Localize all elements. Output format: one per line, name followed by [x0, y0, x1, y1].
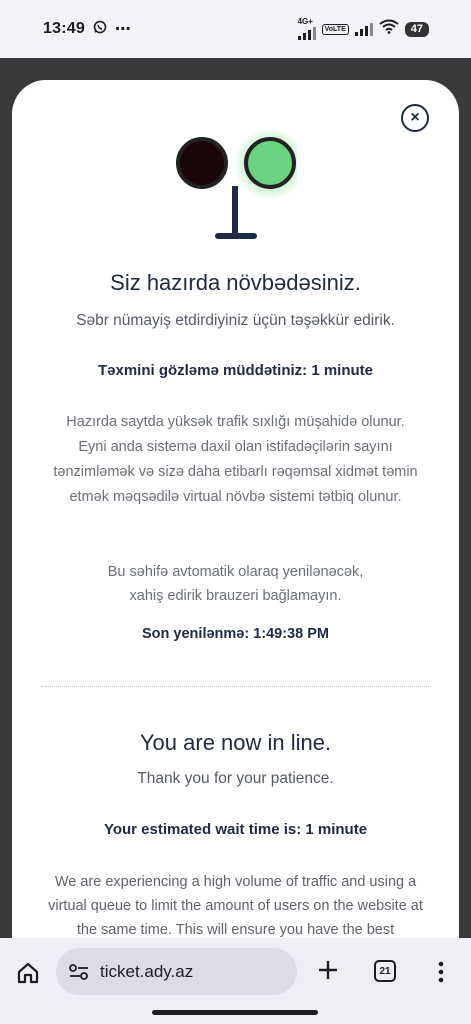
az-last-update: Son yenilənmə: 1:49:38 PM — [142, 626, 329, 642]
site-settings-icon[interactable] — [68, 963, 90, 981]
more-notifications-icon: ⋯ — [114, 21, 132, 38]
wifi-icon — [379, 19, 399, 39]
en-thanks-text: Thank you for your patience. — [137, 770, 334, 787]
network-type-label: 4G+ — [297, 17, 313, 26]
green-light — [244, 137, 296, 189]
traffic-light-base — [215, 233, 257, 239]
more-menu-icon[interactable] — [436, 960, 446, 984]
close-button[interactable]: × — [401, 104, 429, 132]
az-thanks-text: Səbr nümayiş etdirdiyiniz üçün təşəkkür … — [76, 312, 395, 329]
az-wait-time: Təxmini gözləmə müddətiniz: 1 minute — [97, 362, 374, 379]
az-title: Siz hazırda növbədəsiniz. — [110, 270, 361, 295]
traffic-light-pole — [232, 186, 238, 236]
az-refresh-line-2: xahiş edirik brauzeri bağlamayın. — [129, 588, 342, 604]
mobile-signal-2-icon — [354, 22, 373, 36]
waiting-room-modal: × Siz hazırda növbədəsiniz. Səbr nümayiş… — [12, 80, 459, 960]
address-bar[interactable]: ticket.ady.az — [56, 948, 297, 995]
status-time: 13:49 — [43, 20, 85, 37]
en-wait-time: Your estimated wait time is: 1 minute — [103, 821, 368, 838]
volte-badge: VoLTE — [321, 23, 349, 35]
traffic-light-icon — [176, 130, 297, 239]
url-text: ticket.ady.az — [100, 961, 194, 981]
red-light — [176, 137, 228, 189]
tab-switcher-button[interactable]: 21 — [374, 960, 396, 982]
gesture-navigation-bar[interactable] — [152, 1010, 318, 1015]
en-title: You are now in line. — [139, 730, 332, 755]
home-icon[interactable] — [16, 961, 40, 985]
en-info-text: We are experiencing a high volume of tra… — [48, 874, 423, 938]
status-bar: 13:49 ⋯ 4G+ VoLTE 47 — [0, 0, 471, 58]
az-refresh-line-1: Bu səhifə avtomatik olaraq yenilənəcək, — [107, 564, 364, 580]
battery-indicator: 47 — [404, 21, 429, 37]
whatsapp-icon — [93, 20, 107, 39]
az-info-text: Hazırda saytda yüksək trafik sıxlığı müş… — [53, 414, 418, 505]
mobile-signal-icon: 4G+ — [297, 17, 316, 40]
new-tab-icon[interactable] — [316, 958, 340, 982]
language-divider — [41, 686, 431, 687]
